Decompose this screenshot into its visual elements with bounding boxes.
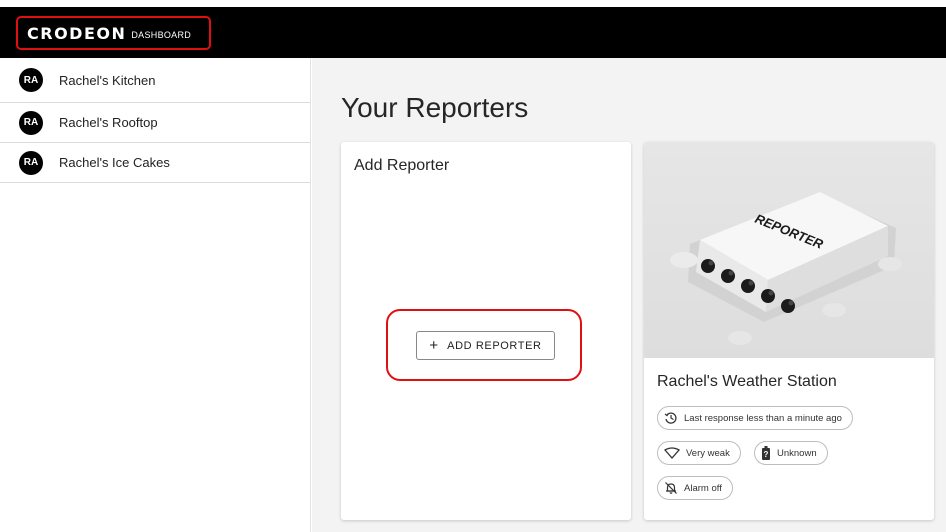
sidebar-item-label: Rachel's Rooftop: [59, 115, 158, 130]
sidebar-item-label: Rachel's Ice Cakes: [59, 155, 170, 170]
battery-unknown-icon: ?: [762, 446, 770, 460]
alarm-chip: Alarm off: [657, 476, 733, 500]
add-reporter-button[interactable]: + ADD REPORTER: [416, 331, 555, 360]
sidebar-item-rachels-rooftop[interactable]: RA Rachel's Rooftop: [0, 103, 310, 143]
battery-text: Unknown: [777, 447, 817, 459]
sidebar-item-label: Rachel's Kitchen: [59, 72, 156, 88]
sidebar: RA Rachel's Kitchen RA Rachel's Rooftop …: [0, 58, 311, 532]
signal-diamond-icon: [664, 447, 680, 459]
avatar: RA: [19, 150, 43, 175]
plus-icon: +: [429, 337, 439, 354]
logo-wordmark: CRODEON: [27, 23, 127, 43]
bell-off-icon: [665, 482, 677, 494]
alarm-text: Alarm off: [684, 482, 722, 494]
reporter-device-image: REPORTER: [644, 142, 934, 358]
last-response-chip: Last response less than a minute ago: [657, 406, 853, 430]
reporter-card[interactable]: REPORTER Rachel's Weather Station Last r…: [644, 142, 934, 520]
battery-chip: ? Unknown: [754, 441, 828, 465]
add-reporter-card: Add Reporter + ADD REPORTER: [341, 142, 631, 520]
sidebar-item-rachels-ice-cakes[interactable]: RA Rachel's Ice Cakes: [0, 143, 310, 183]
reporter-device-illustration: REPORTER: [670, 192, 902, 345]
history-icon: [664, 412, 677, 424]
top-bar: CRODEON DASHBOARD: [0, 7, 946, 58]
logo-subtitle: DASHBOARD: [131, 30, 192, 40]
main-content: Your Reporters Add Reporter + ADD REPORT…: [312, 58, 946, 532]
svg-text:?: ?: [764, 450, 769, 459]
signal-chip: Very weak: [657, 441, 741, 465]
avatar: RA: [19, 110, 43, 135]
add-reporter-card-title: Add Reporter: [354, 157, 450, 174]
page-title: Your Reporters: [341, 92, 529, 123]
add-reporter-button-label: ADD REPORTER: [447, 339, 542, 352]
last-response-text: Last response less than a minute ago: [684, 412, 842, 424]
avatar: RA: [19, 68, 43, 92]
signal-text: Very weak: [686, 447, 730, 459]
sidebar-item-rachels-kitchen[interactable]: RA Rachel's Kitchen: [0, 58, 310, 103]
reporter-name: Rachel's Weather Station: [657, 373, 837, 390]
app-logo[interactable]: CRODEON DASHBOARD: [16, 16, 211, 50]
